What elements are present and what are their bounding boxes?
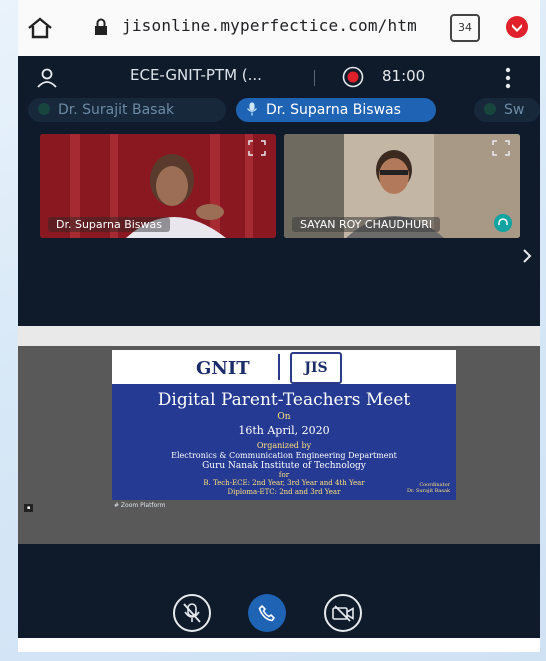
url-text[interactable]: jisonline.myperfectice.com/htm xyxy=(122,16,417,35)
mute-button[interactable] xyxy=(173,594,211,632)
phone-icon xyxy=(258,605,275,622)
jis-logo: JIS xyxy=(290,352,342,384)
slide-on-label: On xyxy=(277,412,291,422)
camera-off-icon xyxy=(332,605,354,622)
slide-programme-btech: B. Tech-ECE: 2nd Year, 3rd Year and 4th … xyxy=(203,479,365,487)
speaker-pill[interactable]: Dr. Surajit Basak xyxy=(28,98,226,122)
participant-name-label: SAYAN ROY CHAUDHURI xyxy=(292,217,441,232)
camera-toggle-button[interactable] xyxy=(324,594,362,632)
mic-off-icon xyxy=(183,603,201,623)
speaker-status-dot xyxy=(38,103,50,115)
presentation-slide: GNIT JIS Digital Parent-Teachers Meet On… xyxy=(112,350,456,500)
coordinator-name: Dr. Surajit Basak xyxy=(406,488,450,494)
record-icon[interactable] xyxy=(342,66,364,88)
mic-icon xyxy=(247,102,257,116)
end-call-button[interactable] xyxy=(248,594,286,632)
slide-title: Digital Parent-Teachers Meet xyxy=(157,390,411,410)
slide-organized-by: Organized by xyxy=(256,441,312,450)
expand-arrow-icon[interactable] xyxy=(522,248,534,264)
speaker-name: Sw xyxy=(504,102,525,118)
screen-share: GNIT JIS Digital Parent-Teachers Meet On… xyxy=(18,326,540,544)
speaker-pill[interactable]: Sw xyxy=(474,98,540,122)
speaker-name: Dr. Surajit Basak xyxy=(58,102,175,118)
slide-logo-banner: GNIT JIS xyxy=(112,350,456,384)
speaker-pill-active[interactable]: Dr. Suparna Biswas xyxy=(236,98,436,122)
meeting-title: ECE-GNIT-PTM (... xyxy=(130,66,262,84)
slide-programme-diploma: Diploma-ETC: 2nd and 3rd Year xyxy=(227,488,341,496)
tab-switcher-button[interactable]: 34 xyxy=(450,14,480,42)
home-icon[interactable] xyxy=(26,16,54,40)
extension-icon[interactable] xyxy=(504,14,530,40)
slide-for-label: for xyxy=(278,471,290,479)
speaker-name: Dr. Suparna Biswas xyxy=(266,102,401,118)
meeting-app: ECE-GNIT-PTM (... 81:00 Dr. Surajit Basa… xyxy=(18,56,540,638)
slide-department: Electronics & Communication Engineering … xyxy=(171,451,397,460)
slide-coordinator: Coordinator Dr. Surajit Basak xyxy=(407,482,450,494)
gnit-logo: GNIT xyxy=(196,358,250,379)
participants-icon[interactable] xyxy=(36,68,58,88)
participant-name-label: Dr. Suparna Biswas xyxy=(48,217,170,232)
fullscreen-icon[interactable] xyxy=(492,140,510,156)
logo-divider xyxy=(278,354,280,380)
speaker-status-dot xyxy=(484,103,496,115)
browser-url-bar: jisonline.myperfectice.com/htm 34 xyxy=(18,0,540,56)
fullscreen-icon[interactable] xyxy=(248,140,266,156)
video-tile[interactable]: Dr. Suparna Biswas xyxy=(40,134,276,238)
meeting-timer: 81:00 xyxy=(382,67,426,85)
call-controls xyxy=(18,586,540,638)
video-tile[interactable]: SAYAN ROY CHAUDHURI xyxy=(284,134,520,238)
slide-date: 16th April, 2020 xyxy=(238,424,330,437)
slide-platform-note: # Zoom Platform xyxy=(114,502,166,509)
shared-app-toolbar xyxy=(18,326,540,346)
more-options-icon[interactable] xyxy=(504,67,512,89)
page-indicator: ▪ xyxy=(24,504,34,512)
speaker-strip: Dr. Surajit Basak Dr. Suparna Biswas Sw xyxy=(18,98,540,124)
headset-icon xyxy=(494,214,512,232)
slide-institute: Guru Nanak Institute of Technology xyxy=(202,461,366,471)
meeting-top-bar: ECE-GNIT-PTM (... 81:00 xyxy=(18,56,540,96)
title-divider xyxy=(314,70,315,86)
lock-icon xyxy=(95,18,107,35)
